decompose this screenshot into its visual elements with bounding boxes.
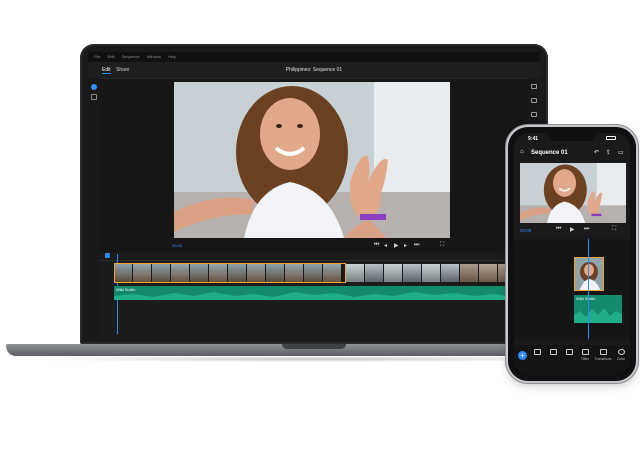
phone-header: ⌂ Sequence 01 ↶ ⇪ ▭: [514, 147, 630, 161]
transitions-tool[interactable]: Transitions: [594, 349, 612, 361]
share-icon[interactable]: ⇪: [606, 149, 611, 156]
app-header: Edit Share Philippines: Sequence 01: [88, 62, 540, 79]
fullscreen-icon[interactable]: ⛶: [440, 242, 444, 249]
phone-playhead-line[interactable]: [588, 239, 589, 339]
phone-step-forward-icon[interactable]: ⏭: [584, 226, 589, 233]
current-timecode: 00:00: [172, 243, 183, 248]
clip-thumbnail: [403, 264, 421, 282]
comment-icon[interactable]: ▭: [618, 149, 624, 156]
menu-help[interactable]: Help: [168, 54, 176, 59]
phone-program-monitor[interactable]: [520, 163, 626, 223]
phone-sequence-title: Sequence 01: [531, 150, 568, 156]
timeline-ruler[interactable]: [100, 252, 528, 261]
clip-thumbnail: [365, 264, 383, 282]
step-forward-icon[interactable]: ⏭: [414, 242, 419, 249]
phone-bottom-toolbar: Titles Transitions Color: [514, 345, 630, 375]
phone-play-icon[interactable]: ▶: [570, 226, 575, 233]
media-icon: [533, 349, 541, 355]
phone-timeline[interactable]: Wild Surfin: [514, 239, 630, 339]
audio-waveform: [114, 292, 528, 300]
titles-icon[interactable]: [531, 98, 537, 103]
phone-selected-clip[interactable]: [574, 257, 604, 291]
add-media-button[interactable]: [91, 84, 97, 90]
phone-step-back-icon[interactable]: ⏮: [556, 226, 561, 233]
frame-back-icon[interactable]: ◂: [384, 242, 387, 249]
audio-track[interactable]: Wild Surfin: [114, 286, 528, 300]
menu-edit[interactable]: Edit: [108, 54, 115, 59]
menu-sequence[interactable]: Sequence: [122, 54, 140, 59]
frame-forward-icon[interactable]: ▸: [404, 242, 407, 249]
toolbar-label-color: Color: [616, 357, 626, 361]
status-time: 9:41: [528, 136, 539, 142]
home-icon[interactable]: ⌂: [520, 149, 524, 155]
phone-notch: [548, 133, 596, 141]
step-back-icon[interactable]: ⏮: [374, 242, 379, 249]
menu-file[interactable]: File: [94, 54, 100, 59]
undo-icon[interactable]: ↶: [594, 149, 599, 156]
laptop-screen: File Edit Sequence Window Help Edit Shar…: [88, 52, 540, 338]
phone-clip-thumbnail: [575, 258, 603, 290]
video-frame-image: [174, 82, 450, 238]
color-icon: [617, 349, 625, 355]
clip-thumbnail: [422, 264, 440, 282]
phone-fullscreen-icon[interactable]: ⛶: [612, 226, 616, 233]
phone-screen: 9:41 ⌂ Sequence 01 ↶ ⇪ ▭ 00:00 ⏮ ▶ ⏭ ⛶ W…: [514, 133, 630, 375]
add-media-button[interactable]: +: [518, 351, 527, 360]
clip-thumbnail: [441, 264, 459, 282]
phone-timecode: 00:00: [520, 228, 532, 233]
audio-icon: [565, 349, 573, 355]
toolbar-label-titles: Titles: [580, 357, 590, 361]
share-icon[interactable]: [531, 84, 537, 89]
battery-icon: [606, 136, 616, 140]
phone-audio-waveform: [574, 308, 622, 323]
edit-icon: [549, 349, 557, 355]
playhead-handle[interactable]: [105, 253, 110, 258]
toolbar-label-transitions: Transitions: [594, 357, 612, 361]
color-tool[interactable]: Color: [612, 349, 630, 361]
phone-transport-bar: 00:00 ⏮ ▶ ⏭ ⛶: [514, 225, 630, 237]
clip-thumbnail: [460, 264, 478, 282]
titles-icon: [581, 349, 589, 355]
menu-bar: File Edit Sequence Window Help: [88, 52, 540, 62]
titles-tool[interactable]: Titles: [576, 349, 594, 361]
transport-bar: 00:00 ⏮ ◂ ▶ ▸ ⏭ ⛶: [168, 240, 458, 250]
play-icon[interactable]: ▶: [394, 242, 399, 249]
program-monitor[interactable]: [174, 82, 450, 238]
clip-thumbnail: [346, 264, 364, 282]
menu-window[interactable]: Window: [147, 54, 161, 59]
left-tool-rail: [88, 78, 100, 338]
laptop-hinge-notch: [282, 344, 346, 349]
media-icon[interactable]: [91, 94, 97, 100]
clip-thumbnail: [384, 264, 402, 282]
phone-video-frame-image: [520, 163, 626, 223]
audio-icon[interactable]: [531, 112, 537, 117]
clip-thumbnail: [479, 264, 497, 282]
sequence-title: Philippines: Sequence 01: [285, 67, 343, 73]
selected-clip-outline[interactable]: [114, 263, 346, 283]
phone-audio-track[interactable]: Wild Surfin: [574, 295, 622, 323]
timeline-panel[interactable]: Wild Surfin: [100, 252, 528, 338]
transitions-icon: [599, 349, 607, 355]
